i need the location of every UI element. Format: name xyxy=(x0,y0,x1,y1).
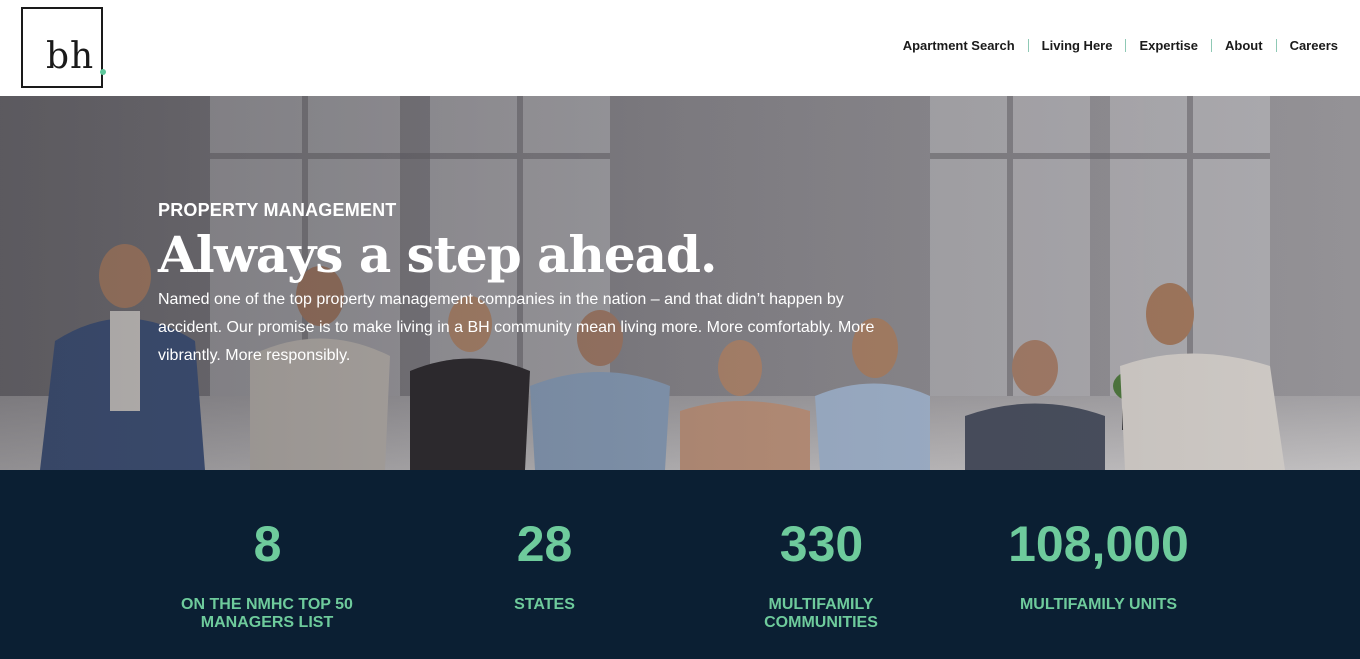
stat-label: STATES xyxy=(514,596,575,613)
hero-banner: PROPERTY MANAGEMENT Always a step ahead.… xyxy=(0,96,1360,470)
stat-states: 28 STATES xyxy=(406,470,683,614)
hero-content: PROPERTY MANAGEMENT Always a step ahead.… xyxy=(158,200,898,370)
nav-living-here[interactable]: Living Here xyxy=(1042,38,1113,53)
nav-expertise[interactable]: Expertise xyxy=(1139,38,1198,53)
nav-separator xyxy=(1275,39,1277,52)
nav-separator xyxy=(1211,39,1213,52)
hero-eyebrow: PROPERTY MANAGEMENT xyxy=(158,200,397,220)
nav-separator xyxy=(1027,39,1029,52)
stat-label: MULTIFAMILY UNITS xyxy=(1019,596,1178,613)
stat-value: 330 xyxy=(779,516,864,572)
site-header: bh Apartment Search Living Here Expertis… xyxy=(0,0,1360,96)
stat-value: 108,000 xyxy=(1008,516,1189,572)
nav-apartment-search[interactable]: Apartment Search xyxy=(903,38,1015,53)
stat-label: ON THE NMHC TOP 50 MANAGERS LIST xyxy=(181,596,353,631)
logo-dot-icon xyxy=(100,69,106,75)
main-nav: Apartment Search Living Here Expertise A… xyxy=(903,38,1338,53)
stat-value: 28 xyxy=(516,516,573,572)
bh-logo[interactable]: bh xyxy=(21,7,106,88)
nav-about[interactable]: About xyxy=(1225,38,1263,53)
stat-value: 8 xyxy=(253,516,282,572)
logo-text: bh xyxy=(46,36,95,77)
hero-title: Always a step ahead. xyxy=(158,225,717,284)
stat-label: MULTIFAMILY COMMUNITIES xyxy=(764,596,878,631)
nav-separator xyxy=(1125,39,1127,52)
hero-description: Named one of the top property management… xyxy=(158,290,875,364)
stat-communities: 330 MULTIFAMILY COMMUNITIES xyxy=(683,470,960,632)
stat-units: 108,000 MULTIFAMILY UNITS xyxy=(960,470,1237,614)
nav-careers[interactable]: Careers xyxy=(1290,38,1338,53)
stats-band: 8 ON THE NMHC TOP 50 MANAGERS LIST 28 ST… xyxy=(0,470,1360,659)
stat-nmhc: 8 ON THE NMHC TOP 50 MANAGERS LIST xyxy=(129,470,406,632)
